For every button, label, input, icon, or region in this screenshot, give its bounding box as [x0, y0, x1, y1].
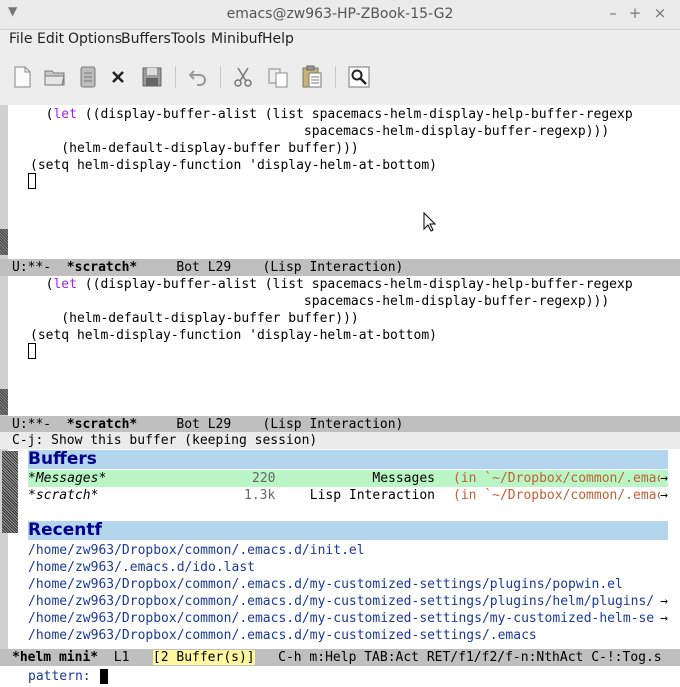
helm-mode-line[interactable]: *helm mini* L1 [2 Buffer(s)] C-h m:Help …: [0, 649, 680, 666]
minibuffer-cursor: [100, 669, 108, 684]
code-line: (setq helm-display-function 'display-hel…: [30, 158, 437, 173]
code-line: (helm-default-display-buffer buffer))): [30, 311, 359, 326]
toolbar: [0, 51, 680, 105]
code-line: spacemacs-helm-display-buffer-regexp))): [30, 294, 610, 309]
save-icon[interactable]: [139, 64, 165, 90]
pattern-prompt: pattern:: [28, 669, 91, 684]
window-titlebar[interactable]: ▼ emacs@zw963-HP-ZBook-15-G2 – + ×: [0, 0, 680, 30]
open-folder-icon[interactable]: [42, 64, 68, 90]
menu-options[interactable]: Options: [68, 31, 122, 47]
undo-icon[interactable]: [185, 64, 211, 90]
mode-line[interactable]: U:**- *scratch* Bot L29 (Lisp Interactio…: [0, 259, 680, 276]
scrollbar-thumb[interactable]: [2, 451, 18, 533]
maximize-button[interactable]: +: [626, 4, 644, 22]
code-line: (let ((display-buffer-alist (list spacem…: [30, 277, 633, 292]
close-buffer-icon[interactable]: [105, 64, 131, 90]
menu-tools[interactable]: Tools: [171, 31, 206, 47]
truncation-arrow-icon: →: [660, 593, 668, 610]
menu-buffers[interactable]: Buffers: [121, 31, 171, 47]
truncation-arrow-icon: →: [660, 610, 668, 627]
cut-icon[interactable]: [230, 64, 256, 90]
menu-minibuf[interactable]: Minibuf: [211, 31, 262, 47]
truncation-arrow-icon: →: [660, 470, 668, 487]
text-cursor: [28, 343, 36, 359]
menu-bar: File Edit Options Buffers Tools Minibuf …: [0, 30, 680, 50]
menu-edit[interactable]: Edit: [37, 31, 64, 47]
mode-line[interactable]: U:**- *scratch* Bot L29 (Lisp Interactio…: [0, 416, 680, 433]
minimize-button[interactable]: –: [604, 4, 622, 22]
code-line: (let ((display-buffer-alist (list spacem…: [30, 107, 633, 122]
buffers-section-header: Buffers: [28, 450, 668, 469]
text-cursor: [28, 173, 36, 189]
truncation-arrow-icon: →: [660, 487, 668, 504]
recentf-candidate[interactable]: /home/zw963/Dropbox/common/.emacs.d/init…: [28, 542, 668, 559]
minibuffer[interactable]: pattern:: [0, 666, 680, 687]
window-title: emacs@zw963-HP-ZBook-15-G2: [226, 6, 454, 22]
recentf-candidate[interactable]: /home/zw963/Dropbox/common/.emacs.d/my-c…: [28, 610, 668, 627]
new-file-icon[interactable]: [9, 64, 35, 90]
menu-help[interactable]: Help: [262, 31, 294, 47]
menu-file[interactable]: File: [9, 31, 32, 47]
search-icon[interactable]: [346, 64, 372, 90]
scrollbar-thumb[interactable]: [0, 389, 8, 415]
buffer-candidate[interactable]: *Messages* 220 Messages (in `~/Dropbox/c…: [28, 470, 668, 487]
mouse-pointer-icon: [423, 211, 437, 236]
toolbar-separator: [335, 66, 336, 88]
toolbar-separator: [220, 66, 221, 88]
recentf-candidate[interactable]: /home/zw963/Dropbox/common/.emacs.d/my-c…: [28, 593, 668, 610]
recentf-section-header: Recentf: [28, 521, 668, 540]
scrollbar-thumb[interactable]: [0, 229, 8, 255]
code-line: spacemacs-helm-display-buffer-regexp))): [30, 124, 610, 139]
lower-editor-window[interactable]: (let ((display-buffer-alist (list spacem…: [8, 276, 680, 416]
paste-icon[interactable]: [299, 64, 325, 90]
code-line: (helm-default-display-buffer buffer))): [30, 141, 359, 156]
echo-area: C-j: Show this buffer (keeping session): [0, 432, 680, 449]
toolbar-separator: [175, 66, 176, 88]
buffer-candidate[interactable]: *scratch* 1.3k Lisp Interaction (in `~/D…: [28, 487, 668, 504]
recentf-candidate[interactable]: /home/zw963/Dropbox/common/.emacs.d/my-c…: [28, 576, 668, 593]
recentf-candidate[interactable]: /home/zw963/.emacs.d/ido.last: [28, 559, 668, 576]
candidate-count-badge: [2 Buffer(s)]: [152, 650, 255, 665]
upper-editor-window[interactable]: (let ((display-buffer-alist (list spacem…: [8, 105, 680, 259]
helm-window[interactable]: Buffers *Messages* 220 Messages (in `~/D…: [0, 449, 680, 649]
code-line: (setq helm-display-function 'display-hel…: [30, 328, 437, 343]
dired-icon[interactable]: [75, 64, 101, 90]
close-window-button[interactable]: ×: [651, 4, 669, 22]
recentf-candidate[interactable]: /home/zw963/Dropbox/common/.emacs.d/my-c…: [28, 627, 668, 644]
copy-icon[interactable]: [265, 64, 291, 90]
